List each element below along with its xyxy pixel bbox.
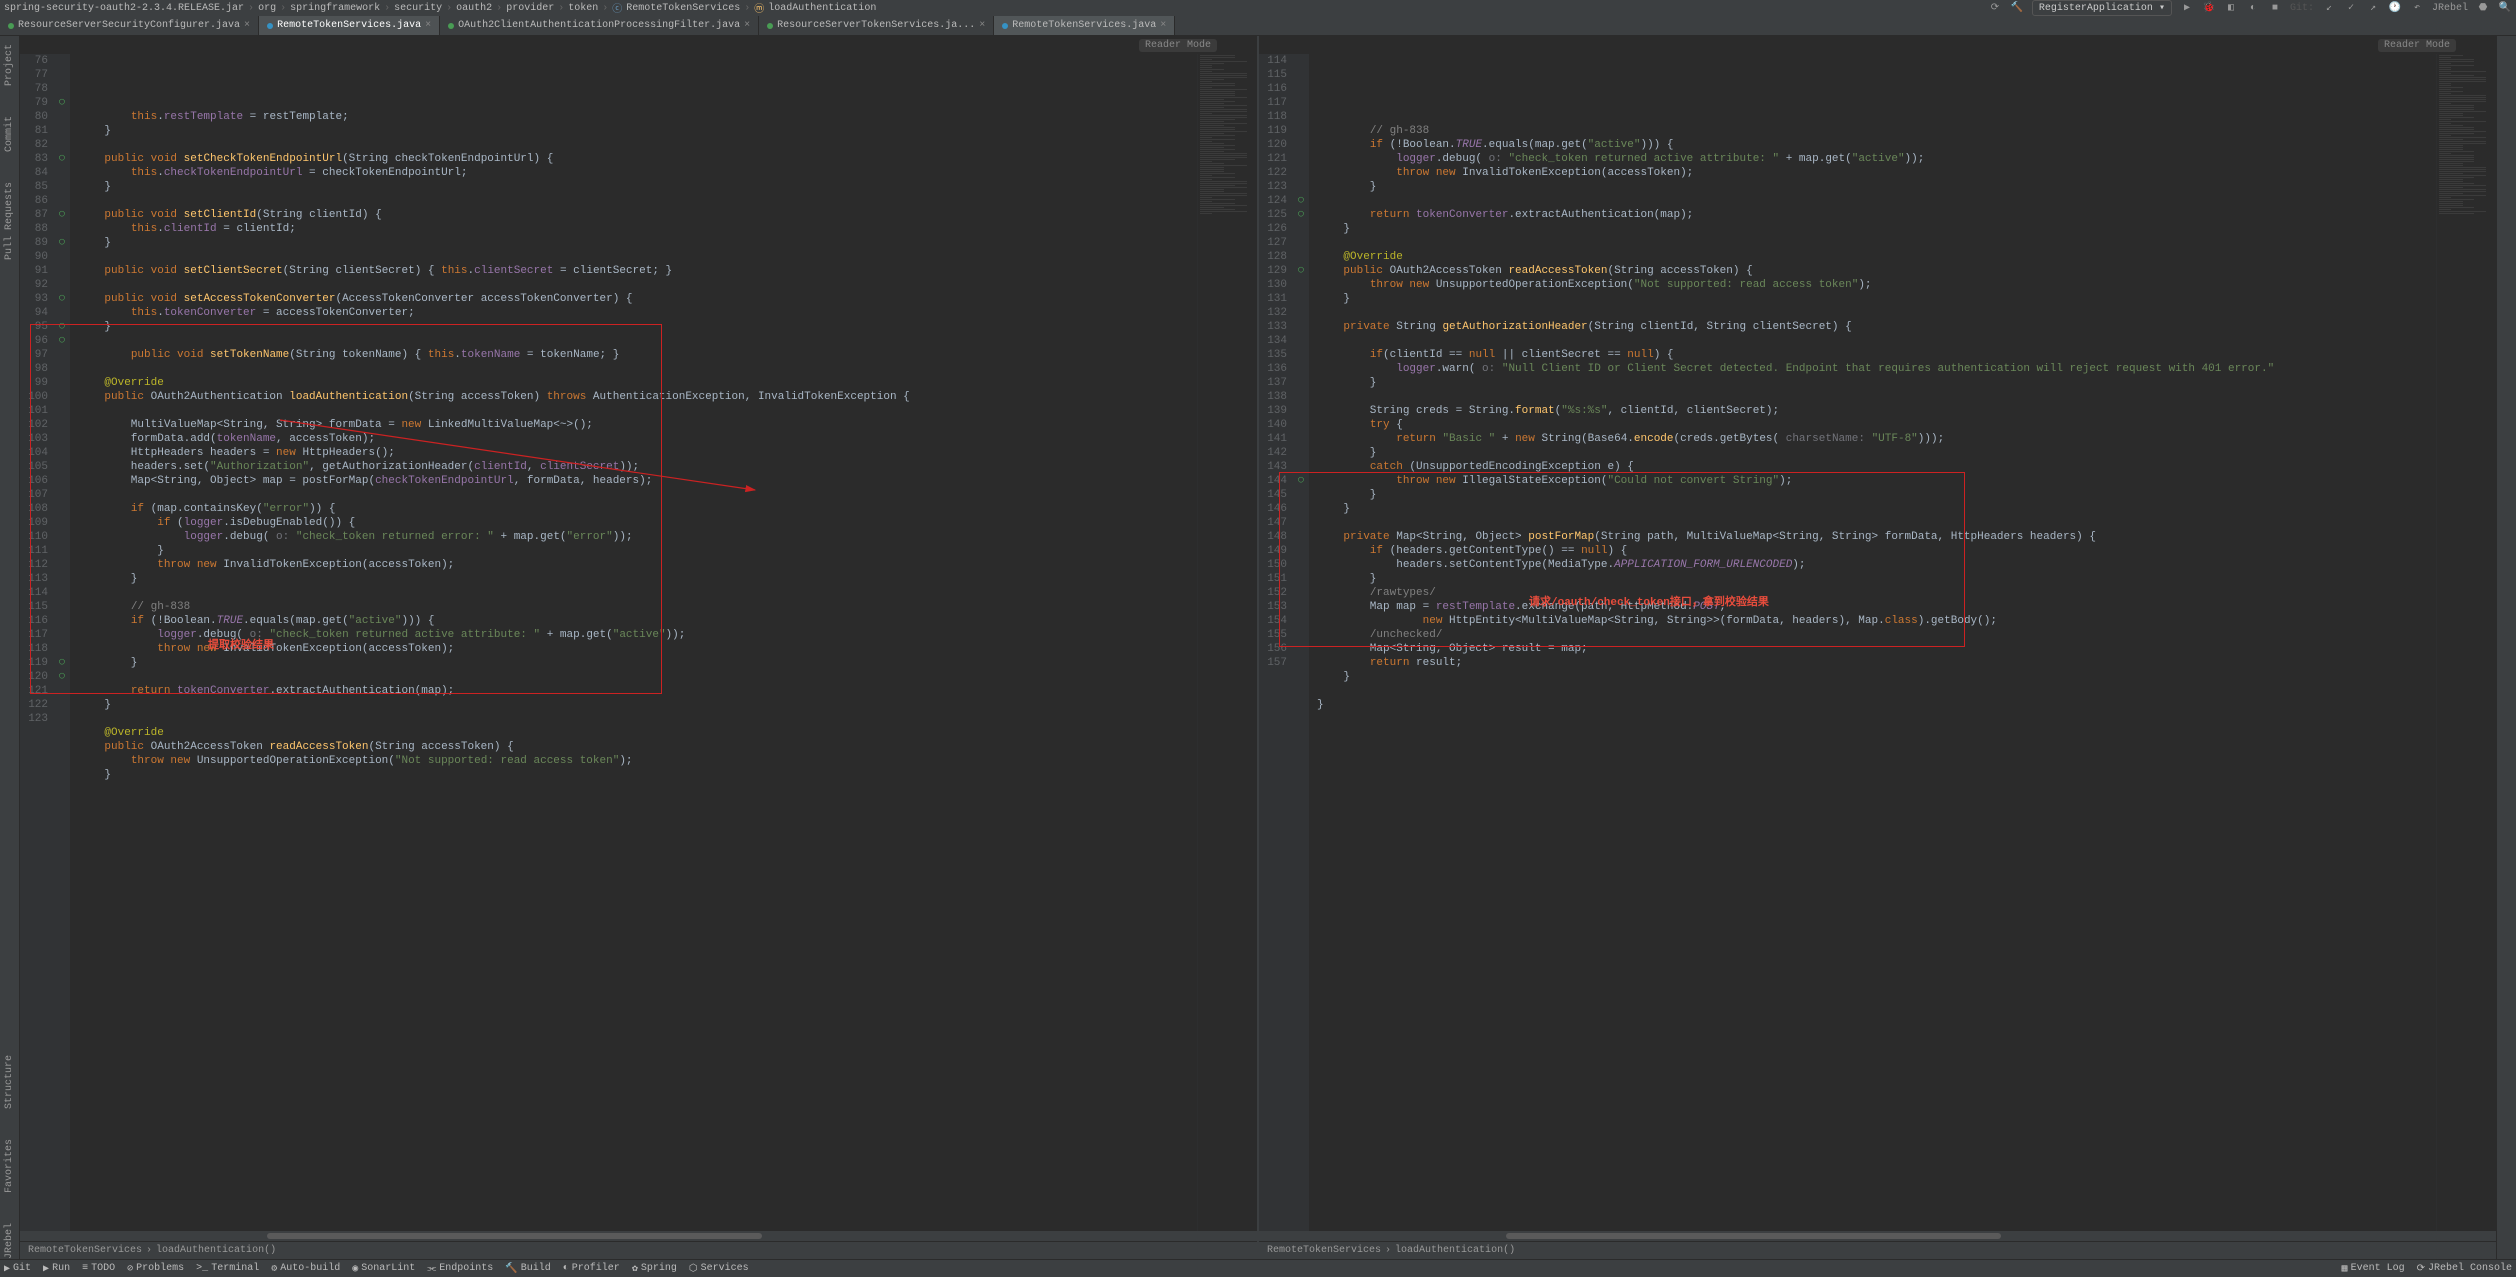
tab-3[interactable]: ResourceServerTokenServices.ja...× [759, 16, 994, 35]
vcs-push-icon[interactable]: ↗ [2366, 1, 2380, 15]
vcs-history-icon[interactable]: 🕐 [2388, 1, 2402, 15]
jar-name: spring-security-oauth2-2.3.4.RELEASE.jar [4, 3, 244, 14]
reader-mode-badge[interactable]: Reader Mode [2378, 39, 2456, 52]
vcs-update-icon[interactable]: ↙ [2322, 1, 2336, 15]
close-icon[interactable]: × [979, 20, 985, 31]
status-item[interactable]: ⟳JRebel Console [2417, 1263, 2512, 1275]
gutter[interactable]: 1141151161171181191201211221231241251261… [1259, 54, 1295, 1231]
profile-icon[interactable]: ◐ [2246, 1, 2260, 15]
settings-icon[interactable]: ⬣ [2476, 1, 2490, 15]
tool-structure[interactable]: Structure [4, 1055, 15, 1109]
file-icon [8, 23, 14, 29]
tab-1[interactable]: RemoteTokenServices.java× [259, 16, 440, 35]
build-icon[interactable]: 🔨 [2010, 1, 2024, 15]
gutter-icons: ◯◯◯◯ [1295, 54, 1309, 1231]
status-item[interactable]: ◐Profiler [563, 1263, 620, 1275]
editor-breadcrumb[interactable]: RemoteTokenServices›loadAuthentication() [1259, 1241, 2496, 1259]
status-item[interactable]: ✿Spring [632, 1263, 677, 1275]
code-content-left[interactable]: 提取校验结果 this.restTemplate = restTemplate;… [70, 54, 1197, 1231]
run-config-dropdown[interactable]: RegisterApplication ▾ [2032, 0, 2172, 16]
annotation-text: 请求/oauth/check_token接口，拿到校验结果 [1529, 596, 1769, 610]
tool-commit[interactable]: Commit [4, 116, 15, 152]
editor-right: Reader Mode 1141151161171181191201211221… [1259, 36, 2496, 1259]
tab-2[interactable]: OAuth2ClientAuthenticationProcessingFilt… [440, 16, 759, 35]
status-item[interactable]: ⊘Problems [127, 1263, 184, 1275]
scrollbar-horizontal[interactable] [1259, 1231, 2496, 1241]
close-icon[interactable]: × [1160, 20, 1166, 31]
tab-0[interactable]: ResourceServerSecurityConfigurer.java× [0, 16, 259, 35]
debug-icon[interactable]: 🐞 [2202, 1, 2216, 15]
code-content-right[interactable]: 请求/oauth/check_token接口，拿到校验结果 // gh-838 … [1309, 54, 2436, 1231]
reader-mode-badge[interactable]: Reader Mode [1139, 39, 1217, 52]
editor-breadcrumb[interactable]: RemoteTokenServices›loadAuthentication() [20, 1241, 1257, 1259]
stop-icon[interactable]: ■ [2268, 1, 2282, 15]
status-item[interactable]: ▦Event Log [2342, 1263, 2405, 1275]
gutter[interactable]: 7677787980818283848586878889909192939495… [20, 54, 56, 1231]
file-icon [448, 23, 454, 29]
status-item[interactable]: >_Terminal [196, 1263, 259, 1275]
status-item[interactable]: ≡TODO [82, 1263, 115, 1275]
status-item[interactable]: ▶Git [4, 1263, 31, 1275]
gutter-icons: ◯◯◯◯◯◯◯◯◯ [56, 54, 70, 1231]
status-item[interactable]: ⬡Services [689, 1263, 749, 1275]
file-icon [267, 23, 273, 29]
navigation-breadcrumb: spring-security-oauth2-2.3.4.RELEASE.jar… [0, 0, 2516, 16]
minimap[interactable] [1197, 54, 1257, 1231]
file-icon [767, 23, 773, 29]
status-item[interactable]: ▶Run [43, 1263, 70, 1275]
minimap[interactable] [2436, 54, 2496, 1231]
status-item[interactable]: ⚙Auto-build [271, 1263, 340, 1275]
status-bar: ▶Git ▶Run ≡TODO ⊘Problems >_Terminal ⚙Auto-bu… [0, 1259, 2516, 1277]
jrebel-icon[interactable]: ⟳ [1988, 1, 2002, 15]
run-icon[interactable]: ▶ [2180, 1, 2194, 15]
tool-project[interactable]: Project [4, 44, 15, 86]
tab-4[interactable]: RemoteTokenServices.java× [994, 16, 1175, 35]
file-icon [1002, 23, 1008, 29]
status-item[interactable]: ◉SonarLint [352, 1263, 415, 1275]
vcs-rollback-icon[interactable]: ↶ [2410, 1, 2424, 15]
toolbar-right: ⟳ 🔨 RegisterApplication ▾ ▶ 🐞 ◧ ◐ ■ Git:… [1988, 0, 2512, 16]
tool-pull-requests[interactable]: Pull Requests [4, 182, 15, 260]
close-icon[interactable]: × [744, 20, 750, 31]
right-tool-stripe [2496, 36, 2516, 1259]
coverage-icon[interactable]: ◧ [2224, 1, 2238, 15]
editor-tabs: ResourceServerSecurityConfigurer.java× R… [0, 16, 2516, 36]
tool-jrebel[interactable]: JRebel [4, 1223, 15, 1259]
scrollbar-horizontal[interactable] [20, 1231, 1257, 1241]
tool-favorites[interactable]: Favorites [4, 1139, 15, 1193]
user-label[interactable]: JRebel [2432, 3, 2468, 14]
status-item[interactable]: ⫘Endpoints [427, 1263, 493, 1275]
search-icon[interactable]: 🔍 [2498, 1, 2512, 15]
status-item[interactable]: 🔨Build [505, 1263, 550, 1275]
editor-left: Reader Mode 7677787980818283848586878889… [20, 36, 1257, 1259]
close-icon[interactable]: × [244, 20, 250, 31]
annotation-text: 提取校验结果 [208, 639, 274, 653]
vcs-commit-icon[interactable]: ✓ [2344, 1, 2358, 15]
left-tool-stripe: Project Commit Pull Requests Structure F… [0, 36, 20, 1259]
close-icon[interactable]: × [425, 20, 431, 31]
